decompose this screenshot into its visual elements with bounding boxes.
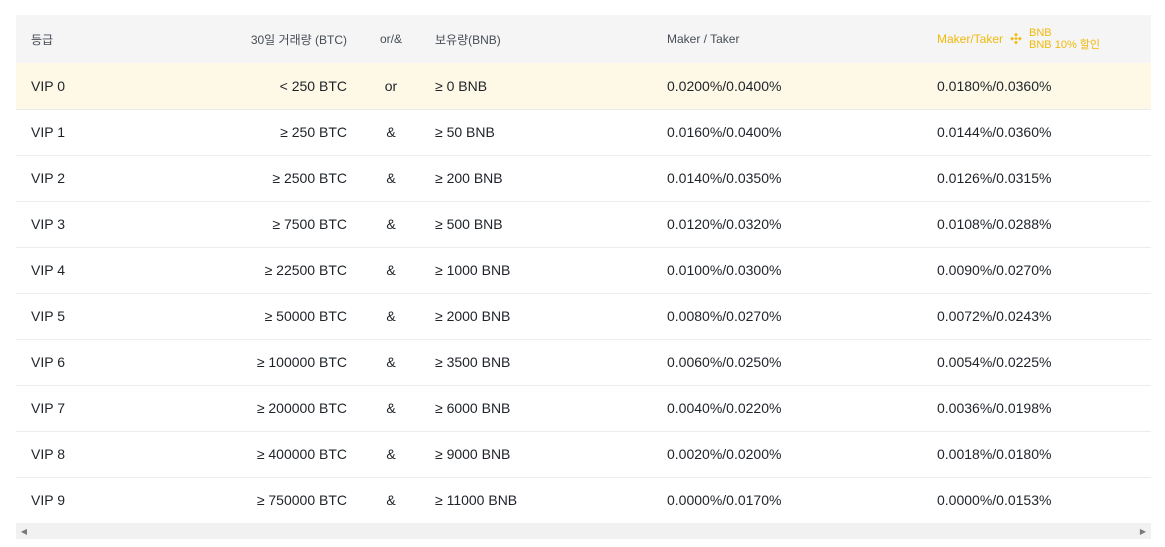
- header-maker-taker: Maker / Taker: [667, 32, 740, 46]
- cell-tier: VIP 7: [16, 385, 96, 431]
- cell-volume: ≥ 750000 BTC: [256, 492, 347, 508]
- cell-volume: ≥ 200000 BTC: [256, 400, 347, 416]
- header-tier: 등급: [16, 15, 96, 63]
- table-row: VIP 6 ≥ 100000 BTC & ≥ 3500 BNB 0.0060%/0.02…: [16, 339, 1151, 385]
- table-body: VIP 0 < 250 BTC or ≥ 0 BNB 0.0200%/0.0400% 0.…: [16, 63, 1151, 523]
- cell-condition: &: [386, 308, 396, 324]
- cell-bnb-holding: ≥ 6000 BNB: [435, 400, 511, 416]
- cell-maker-taker: 0.0100%/0.0300%: [667, 262, 782, 278]
- cell-tier: VIP 1: [16, 109, 96, 155]
- cell-condition: &: [386, 124, 396, 140]
- cell-condition: or: [384, 77, 398, 94]
- table-row: VIP 2 ≥ 2500 BTC & ≥ 200 BNB 0.0140%/0.0350%…: [16, 155, 1151, 201]
- fee-tier-table-container: 등급 30일 거래량 (BTC) or/& 보유량(BNB) Maker / T…: [16, 15, 1151, 539]
- cell-maker-taker: 0.0020%/0.0200%: [667, 446, 782, 462]
- cell-bnb-maker-taker: 0.0180%/0.0360%: [937, 77, 1052, 94]
- header-bnb-maker-taker: Maker/Taker BNB BNB 10% 할인: [922, 15, 1151, 63]
- cell-maker-taker: 0.0120%/0.0320%: [667, 216, 782, 232]
- cell-bnb-maker-taker: 0.0126%/0.0315%: [937, 170, 1052, 186]
- cell-tier: VIP 9: [16, 477, 96, 523]
- cell-volume: ≥ 50000 BTC: [264, 308, 347, 324]
- cell-volume: ≥ 250 BTC: [280, 124, 347, 140]
- cell-condition: &: [386, 216, 396, 232]
- cell-condition: &: [386, 262, 396, 278]
- cell-bnb-maker-taker: 0.0018%/0.0180%: [937, 446, 1052, 462]
- cell-maker-taker: 0.0000%/0.0170%: [667, 492, 782, 508]
- cell-bnb-holding: ≥ 500 BNB: [435, 216, 503, 232]
- cell-bnb-holding: ≥ 2000 BNB: [435, 308, 511, 324]
- cell-bnb-holding: ≥ 0 BNB: [435, 77, 488, 94]
- cell-condition: &: [386, 400, 396, 416]
- cell-volume: < 250 BTC: [279, 77, 347, 94]
- cell-tier: VIP 4: [16, 247, 96, 293]
- cell-bnb-maker-taker: 0.0090%/0.0270%: [937, 262, 1052, 278]
- cell-maker-taker: 0.0160%/0.0400%: [667, 124, 782, 140]
- table-row: VIP 3 ≥ 7500 BTC & ≥ 500 BNB 0.0120%/0.0320%…: [16, 201, 1151, 247]
- bnb-logo-icon: [1010, 32, 1022, 45]
- cell-bnb-holding: ≥ 9000 BNB: [435, 446, 511, 462]
- cell-maker-taker: 0.0040%/0.0220%: [667, 400, 782, 416]
- table-row: VIP 7 ≥ 200000 BTC & ≥ 6000 BNB 0.0040%/0.02…: [16, 385, 1151, 431]
- header-bnb-line1: BNB: [1029, 27, 1052, 39]
- cell-volume: ≥ 100000 BTC: [256, 354, 347, 370]
- cell-condition: &: [386, 354, 396, 370]
- cell-bnb-maker-taker: 0.0108%/0.0288%: [937, 216, 1052, 232]
- cell-maker-taker: 0.0060%/0.0250%: [667, 354, 782, 370]
- cell-bnb-maker-taker: 0.0144%/0.0360%: [937, 124, 1052, 140]
- cell-bnb-maker-taker: 0.0036%/0.0198%: [937, 400, 1052, 416]
- table-row: VIP 1 ≥ 250 BTC & ≥ 50 BNB 0.0160%/0.0400% 0.…: [16, 109, 1151, 155]
- cell-condition: &: [386, 446, 396, 462]
- cell-bnb-maker-taker: 0.0072%/0.0243%: [937, 308, 1052, 324]
- cell-tier: VIP 8: [16, 431, 96, 477]
- table-row: VIP 4 ≥ 22500 BTC & ≥ 1000 BNB 0.0100%/0.030…: [16, 247, 1151, 293]
- cell-bnb-holding: ≥ 1000 BNB: [435, 262, 511, 278]
- cell-volume: ≥ 400000 BTC: [256, 446, 347, 462]
- table-row: VIP 9 ≥ 750000 BTC & ≥ 11000 BNB 0.0000%/0.0…: [16, 477, 1151, 523]
- scroll-right-arrow-icon[interactable]: ▶: [1135, 523, 1151, 539]
- cell-volume: ≥ 22500 BTC: [264, 262, 347, 278]
- cell-bnb-holding: ≥ 200 BNB: [435, 170, 503, 186]
- cell-maker-taker: 0.0200%/0.0400%: [667, 77, 782, 94]
- cell-tier: VIP 5: [16, 293, 96, 339]
- scroll-left-arrow-icon[interactable]: ◀: [16, 523, 32, 539]
- cell-bnb-holding: ≥ 50 BNB: [435, 124, 495, 140]
- table-header-row: 등급 30일 거래량 (BTC) or/& 보유량(BNB) Maker / T…: [16, 15, 1151, 63]
- cell-tier: VIP 2: [16, 155, 96, 201]
- cell-maker-taker: 0.0140%/0.0350%: [667, 170, 782, 186]
- header-bnb-line2: BNB 10% 할인: [1029, 39, 1101, 51]
- cell-tier: VIP 3: [16, 201, 96, 247]
- cell-condition: &: [386, 170, 396, 186]
- cell-volume: ≥ 2500 BTC: [272, 170, 347, 186]
- header-holding: 보유량(BNB): [435, 32, 501, 47]
- cell-volume: ≥ 7500 BTC: [272, 216, 347, 232]
- cell-tier: VIP 6: [16, 339, 96, 385]
- fee-tier-table: 등급 30일 거래량 (BTC) or/& 보유량(BNB) Maker / T…: [16, 15, 1151, 524]
- cell-maker-taker: 0.0080%/0.0270%: [667, 308, 782, 324]
- cell-condition: &: [386, 492, 396, 508]
- header-condition: or/&: [379, 32, 402, 46]
- table-row: VIP 0 < 250 BTC or ≥ 0 BNB 0.0200%/0.0400% 0.…: [16, 63, 1151, 109]
- cell-bnb-maker-taker: 0.0000%/0.0153%: [937, 492, 1052, 508]
- header-bnb-maker-taker-label: Maker/Taker: [937, 32, 1004, 46]
- horizontal-scrollbar[interactable]: ◀ ▶: [16, 523, 1151, 539]
- header-bnb-discount-note: BNB BNB 10% 할인: [1029, 27, 1100, 51]
- cell-bnb-maker-taker: 0.0054%/0.0225%: [937, 354, 1052, 370]
- table-row: VIP 8 ≥ 400000 BTC & ≥ 9000 BNB 0.0020%/0.02…: [16, 431, 1151, 477]
- cell-tier: VIP 0: [16, 63, 96, 109]
- cell-bnb-holding: ≥ 3500 BNB: [435, 354, 511, 370]
- table-row: VIP 5 ≥ 50000 BTC & ≥ 2000 BNB 0.0080%/0.027…: [16, 293, 1151, 339]
- header-volume: 30일 거래량 (BTC): [250, 32, 347, 47]
- cell-bnb-holding: ≥ 11000 BNB: [435, 492, 518, 508]
